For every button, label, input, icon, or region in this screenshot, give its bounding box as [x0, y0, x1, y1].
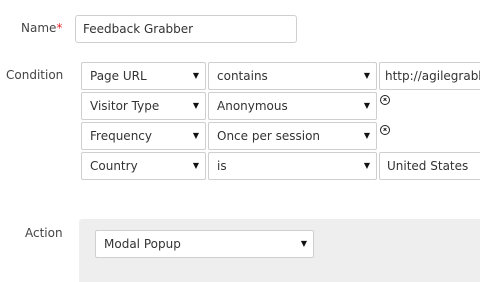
condition-value-input-1[interactable]: http://agilegrabbe	[379, 62, 480, 90]
condition-operator-value-2: Anonymous	[217, 99, 288, 113]
condition-operator-select-3[interactable]: Once per session ▼	[208, 122, 377, 150]
required-marker: *	[56, 21, 63, 35]
condition-field-value-1: Page URL	[90, 69, 147, 83]
remove-circle-icon[interactable]	[380, 95, 390, 105]
chevron-down-icon: ▼	[363, 71, 370, 80]
chevron-down-icon: ▼	[192, 131, 199, 140]
condition-operator-select-2[interactable]: Anonymous ▼	[208, 92, 377, 120]
chevron-down-icon: ▼	[192, 71, 199, 80]
condition-field-value-4: Country	[90, 159, 138, 173]
chevron-down-icon: ▼	[363, 161, 370, 170]
condition-operator-select-1[interactable]: contains ▼	[208, 62, 377, 90]
condition-field-value-2: Visitor Type	[90, 99, 160, 113]
condition-operator-select-4[interactable]: is ▼	[208, 152, 377, 180]
action-type-select[interactable]: Modal Popup ▼	[95, 230, 314, 258]
condition-field-select-4[interactable]: Country ▼	[81, 152, 206, 180]
condition-label: Condition	[6, 68, 64, 82]
condition-operator-value-3: Once per session	[217, 129, 321, 143]
chevron-down-icon: ▼	[192, 161, 199, 170]
action-type-value: Modal Popup	[104, 237, 181, 251]
action-panel: Modal Popup ▼	[79, 219, 480, 282]
chevron-down-icon: ▼	[363, 101, 370, 110]
action-label: Action	[25, 226, 63, 240]
condition-field-select-3[interactable]: Frequency ▼	[81, 122, 206, 150]
condition-field-value-3: Frequency	[90, 129, 152, 143]
chevron-down-icon: ▼	[300, 239, 307, 248]
condition-operator-value-4: is	[217, 159, 227, 173]
chevron-down-icon: ▼	[192, 101, 199, 110]
remove-circle-icon[interactable]	[380, 125, 390, 135]
name-label: Name*	[21, 21, 62, 35]
name-input[interactable]: Feedback Grabber	[75, 15, 297, 43]
condition-value-input-4[interactable]: United States	[379, 152, 480, 180]
condition-operator-value-1: contains	[217, 69, 268, 83]
condition-field-select-2[interactable]: Visitor Type ▼	[81, 92, 206, 120]
name-label-text: Name	[21, 21, 57, 35]
condition-field-select-1[interactable]: Page URL ▼	[81, 62, 206, 90]
chevron-down-icon: ▼	[363, 131, 370, 140]
